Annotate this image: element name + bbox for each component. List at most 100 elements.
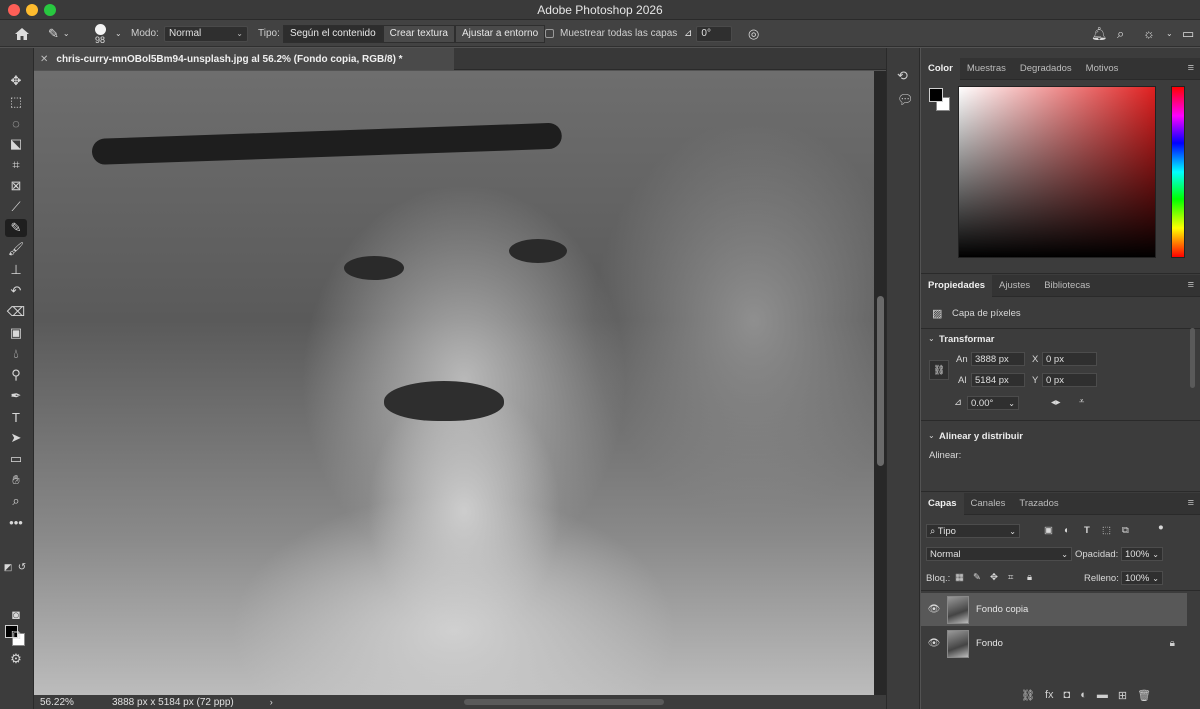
filter-smart-object-icon[interactable]: ⧉ bbox=[1122, 525, 1129, 536]
notifications-icon[interactable]: 🔔︎ bbox=[1091, 26, 1108, 42]
pressure-size-icon[interactable]: ◎ bbox=[748, 26, 759, 42]
type-proximity-match-button[interactable]: Ajustar a entorno bbox=[454, 24, 546, 43]
tab-layers[interactable]: Capas bbox=[921, 492, 964, 515]
blur-tool[interactable]: 💧︎ bbox=[5, 345, 27, 363]
rectangle-tool[interactable]: ▭ bbox=[5, 450, 27, 468]
quick-mask-button[interactable]: ◙ bbox=[5, 605, 27, 623]
filter-type-icon[interactable]: T bbox=[1084, 525, 1090, 536]
layer-row-fondo-copia[interactable]: 👁︎ Fondo copia bbox=[921, 593, 1187, 626]
filter-adjustment-icon[interactable]: ◐ bbox=[1064, 525, 1070, 536]
search-icon[interactable]: ⌕ bbox=[1117, 26, 1124, 42]
add-mask-icon[interactable]: ◘ bbox=[1064, 689, 1071, 702]
blend-mode-dropdown[interactable]: Normal ⌄ bbox=[926, 547, 1072, 561]
move-tool[interactable]: ✥ bbox=[5, 72, 27, 90]
clone-stamp-tool[interactable]: ⊥ bbox=[5, 261, 27, 279]
lock-artboard-icon[interactable]: ⌗ bbox=[1008, 572, 1013, 583]
properties-panel-menu-icon[interactable]: ≡ bbox=[1188, 279, 1194, 291]
comments-panel-icon[interactable]: 💬︎ bbox=[897, 92, 914, 108]
flip-vertical-icon[interactable]: ⩡ bbox=[1079, 396, 1084, 407]
angle-input[interactable]: 0° bbox=[696, 25, 733, 42]
layer-filter-dropdown[interactable]: ⌕ Tipo ⌄ bbox=[926, 524, 1020, 538]
properties-scrollbar[interactable] bbox=[1190, 328, 1195, 388]
workspace-icon[interactable]: ▭ bbox=[1182, 26, 1194, 42]
discover-chevron-icon[interactable]: ⌄ bbox=[1166, 29, 1173, 38]
mode-dropdown[interactable]: Normal ⌄ bbox=[164, 25, 248, 42]
generative-button[interactable]: ⚙ bbox=[5, 650, 27, 668]
flip-horizontal-icon[interactable]: ◂▸ bbox=[1051, 397, 1061, 408]
gradient-tool[interactable]: ▣ bbox=[5, 324, 27, 342]
color-panel-foreground-swatch[interactable] bbox=[929, 88, 943, 102]
type-create-texture-button[interactable]: Crear textura bbox=[382, 24, 455, 43]
edit-toolbar-button[interactable]: ••• bbox=[5, 513, 27, 531]
brush-chevron-icon[interactable]: ⌄ bbox=[115, 29, 122, 38]
link-dimensions-button[interactable]: ⛓ bbox=[929, 360, 949, 380]
screen-mode-button[interactable]: ⧉ bbox=[5, 626, 27, 644]
history-panel-icon[interactable]: ⟲ bbox=[897, 68, 908, 84]
eyedropper-tool[interactable]: ⟋ bbox=[5, 198, 27, 216]
lasso-tool[interactable]: ◌ bbox=[5, 114, 27, 132]
document-tab[interactable]: ✕ chris-curry-mnOBol5Bm94-unsplash.jpg a… bbox=[34, 48, 454, 70]
canvas[interactable] bbox=[34, 71, 886, 695]
status-chevron-icon[interactable]: › bbox=[270, 697, 273, 707]
visibility-eye-icon[interactable]: 👁︎ bbox=[921, 604, 947, 615]
home-button[interactable] bbox=[14, 20, 30, 47]
filter-pixel-icon[interactable]: ▣ bbox=[1044, 525, 1053, 536]
tab-libraries[interactable]: Bibliotecas bbox=[1037, 275, 1097, 297]
opacity-input[interactable]: 100% ⌄ bbox=[1121, 547, 1163, 561]
new-layer-icon[interactable]: ⊞ bbox=[1118, 689, 1127, 702]
crop-tool[interactable]: ⌗ bbox=[5, 156, 27, 174]
layers-panel-menu-icon[interactable]: ≡ bbox=[1188, 497, 1194, 509]
tab-adjustments[interactable]: Ajustes bbox=[992, 275, 1037, 297]
discover-lightbulb-icon[interactable]: ☼ bbox=[1143, 26, 1155, 41]
history-brush-tool[interactable]: ↶ bbox=[5, 282, 27, 300]
lock-transparent-icon[interactable]: ▦ bbox=[955, 572, 964, 583]
x-input[interactable]: 0 px bbox=[1042, 352, 1097, 366]
lock-image-icon[interactable]: ✎ bbox=[973, 572, 981, 583]
lock-all-icon[interactable]: 🔒︎ bbox=[1027, 572, 1032, 583]
delete-layer-icon[interactable]: 🗑︎ bbox=[1137, 689, 1151, 702]
hand-tool[interactable]: ✋︎ bbox=[5, 471, 27, 489]
width-input[interactable]: 3888 px bbox=[971, 352, 1025, 366]
transform-chevron-icon[interactable]: ⌄ bbox=[928, 334, 935, 343]
path-selection-tool[interactable]: ➤ bbox=[5, 429, 27, 447]
tab-properties[interactable]: Propiedades bbox=[921, 274, 993, 297]
frame-tool[interactable]: ⊠ bbox=[5, 177, 27, 195]
type-tool[interactable]: T bbox=[5, 408, 27, 426]
brush-tool[interactable]: 🖌︎ bbox=[5, 240, 27, 258]
visibility-eye-icon[interactable]: 👁︎ bbox=[921, 638, 947, 649]
tab-color[interactable]: Color bbox=[921, 57, 960, 80]
layer-style-fx-icon[interactable]: fx bbox=[1045, 689, 1054, 702]
tab-swatches[interactable]: Muestras bbox=[960, 58, 1013, 80]
tab-patterns[interactable]: Motivos bbox=[1079, 58, 1126, 80]
canvas-vertical-scrollbar[interactable] bbox=[877, 296, 884, 466]
object-selection-tool[interactable]: ⬕ bbox=[5, 135, 27, 153]
eraser-tool[interactable]: ⌫ bbox=[5, 303, 27, 321]
height-input[interactable]: 5184 px bbox=[971, 373, 1025, 387]
dodge-tool[interactable]: ⚲ bbox=[5, 366, 27, 384]
new-adjustment-layer-icon[interactable]: ◐ bbox=[1080, 689, 1087, 702]
hue-slider[interactable] bbox=[1171, 86, 1185, 258]
lock-position-icon[interactable]: ✥ bbox=[990, 572, 998, 583]
filter-shape-icon[interactable]: ⬚ bbox=[1102, 525, 1111, 536]
sample-all-layers-checkbox[interactable] bbox=[545, 29, 554, 38]
rotate-angle-input[interactable]: 0.00° ⌄ bbox=[967, 396, 1019, 410]
spot-healing-brush-tool[interactable]: ✎ bbox=[5, 219, 27, 237]
type-content-aware-button[interactable]: Según el contenido bbox=[283, 24, 383, 43]
close-tab-icon[interactable]: ✕ bbox=[40, 54, 48, 65]
filter-toggle-icon[interactable]: ● bbox=[1158, 522, 1164, 533]
link-layers-icon[interactable]: ⛓ bbox=[1021, 689, 1035, 702]
swap-colors-button[interactable]: ↺ bbox=[16, 558, 28, 576]
tab-paths[interactable]: Trazados bbox=[1012, 493, 1065, 515]
align-chevron-icon[interactable]: ⌄ bbox=[928, 431, 935, 440]
color-picker-field[interactable] bbox=[958, 86, 1156, 258]
y-input[interactable]: 0 px bbox=[1042, 373, 1097, 387]
zoom-tool[interactable]: ⌕ bbox=[5, 492, 27, 510]
tab-gradients[interactable]: Degradados bbox=[1013, 58, 1079, 80]
new-group-icon[interactable]: ▬ bbox=[1097, 689, 1108, 702]
zoom-level[interactable]: 56.22% bbox=[40, 697, 112, 708]
canvas-horizontal-scrollbar[interactable] bbox=[464, 699, 664, 705]
default-colors-button[interactable]: ◩ bbox=[2, 558, 14, 576]
tab-channels[interactable]: Canales bbox=[964, 493, 1013, 515]
layer-row-fondo[interactable]: 👁︎ Fondo 🔒︎ bbox=[921, 627, 1187, 660]
marquee-tool[interactable]: ⬚ bbox=[5, 93, 27, 111]
